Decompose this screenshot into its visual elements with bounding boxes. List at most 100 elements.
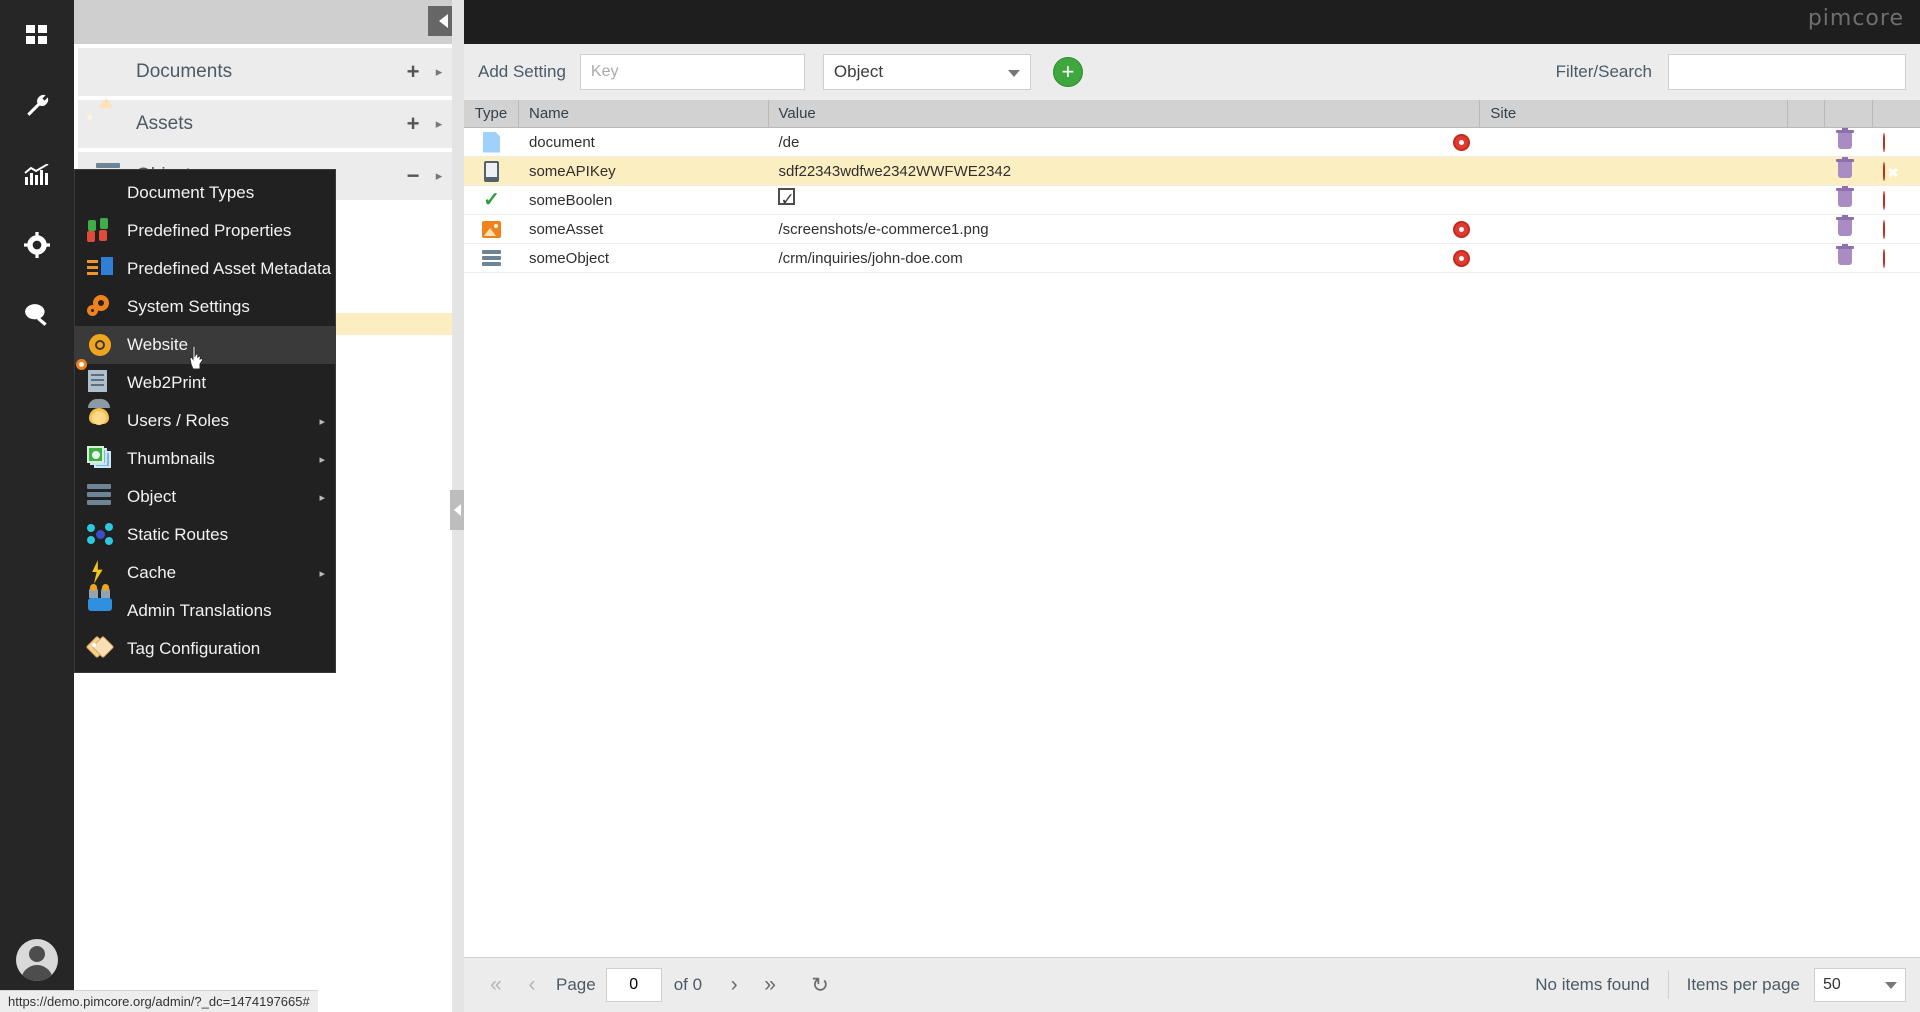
row-spacer [1788, 186, 1825, 215]
first-page-button[interactable]: « [478, 973, 514, 997]
predefined-asset-metadata-icon [87, 256, 115, 282]
row-delete-button[interactable] [1825, 244, 1872, 273]
status-bar: https://demo.pimcore.org/admin/?_dc=1474… [0, 990, 318, 1012]
tree-section-documents[interactable]: Documents + ▸ [78, 48, 460, 96]
add-setting-button[interactable]: + [1053, 57, 1083, 87]
tag-configuration-icon [87, 636, 115, 662]
static-routes-icon [87, 522, 115, 548]
table-row[interactable]: ✓ someBoolen [464, 186, 1920, 215]
column-header-remove [1873, 100, 1920, 128]
row-delete-button[interactable] [1825, 157, 1872, 186]
type-select[interactable]: Object [823, 54, 1031, 90]
menu-item-static-routes[interactable]: Static Routes [75, 516, 335, 554]
close-circle-icon[interactable] [1883, 133, 1885, 152]
menu-item-thumbnails[interactable]: Thumbnails ▸ [75, 440, 335, 478]
row-remove-button[interactable] [1873, 157, 1920, 186]
avatar[interactable] [0, 932, 74, 988]
documents-menu-arrow[interactable]: ▸ [426, 64, 452, 80]
column-header-name[interactable]: Name [519, 100, 769, 128]
assets-menu-arrow[interactable]: ▸ [426, 116, 452, 132]
row-name[interactable]: someAsset [519, 215, 769, 244]
table-row[interactable]: document /de [464, 128, 1920, 157]
row-remove-button[interactable] [1873, 128, 1920, 157]
row-value[interactable]: /screenshots/e-commerce1.png [768, 215, 1480, 244]
refresh-button[interactable]: ↻ [802, 973, 838, 998]
table-row[interactable]: someAPIKey sdf22343wdfwe2342WWFWE2342 [464, 157, 1920, 186]
row-delete-button[interactable] [1825, 128, 1872, 157]
previous-page-button[interactable]: ‹ [514, 973, 550, 997]
row-site[interactable] [1480, 244, 1787, 273]
left-panel-header [74, 0, 464, 44]
settings-icon[interactable] [0, 218, 74, 272]
open-target-icon[interactable] [1453, 134, 1470, 151]
menu-item-web2print[interactable]: Web2Print [75, 364, 335, 402]
tools-icon[interactable] [0, 78, 74, 132]
column-header-type[interactable]: Type [464, 100, 519, 128]
close-circle-icon[interactable] [1883, 191, 1885, 210]
row-site[interactable] [1480, 157, 1787, 186]
pimcore-logo: pimcore [1808, 6, 1904, 31]
row-site[interactable] [1480, 186, 1787, 215]
menu-item-tag-configuration[interactable]: Tag Configuration [75, 630, 335, 668]
menu-item-admin-translations[interactable]: Admin Translations [75, 592, 335, 630]
add-asset-button[interactable]: + [400, 113, 426, 135]
menu-item-predefined-properties[interactable]: Predefined Properties [75, 212, 335, 250]
row-delete-button[interactable] [1825, 215, 1872, 244]
objects-menu-arrow[interactable]: ▸ [426, 168, 452, 184]
menu-item-label: Cache [127, 563, 311, 583]
next-page-button[interactable]: › [716, 973, 752, 997]
open-target-icon[interactable] [1453, 221, 1470, 238]
menu-item-label: System Settings [127, 297, 311, 317]
menu-item-document-types[interactable]: Document Types [75, 174, 335, 212]
filter-search-input[interactable] [1668, 54, 1906, 90]
menu-item-cache[interactable]: Cache ▸ [75, 554, 335, 592]
items-per-page-select[interactable]: 50 [1814, 968, 1906, 1002]
add-document-button[interactable]: + [400, 61, 426, 83]
close-circle-icon[interactable] [1883, 162, 1885, 181]
key-input[interactable] [580, 54, 805, 90]
marketing-icon[interactable] [0, 148, 74, 202]
close-circle-icon[interactable] [1883, 249, 1885, 268]
table-row[interactable]: someAsset /screenshots/e-commerce1.png [464, 215, 1920, 244]
row-value[interactable]: /crm/inquiries/john-doe.com [768, 244, 1480, 273]
menu-item-label: Website [127, 335, 311, 355]
left-icon-rail [0, 0, 74, 1012]
panel-splitter-handle[interactable] [450, 490, 464, 530]
tree-section-assets[interactable]: Assets + ▸ [78, 100, 460, 148]
last-page-button[interactable]: » [752, 973, 788, 997]
row-remove-button[interactable] [1873, 186, 1920, 215]
row-delete-button[interactable] [1825, 186, 1872, 215]
menu-item-object[interactable]: Object ▸ [75, 478, 335, 516]
menu-item-users-roles[interactable]: Users / Roles ▸ [75, 402, 335, 440]
row-name[interactable]: someAPIKey [519, 157, 769, 186]
menu-item-label: Admin Translations [127, 601, 311, 621]
row-remove-button[interactable] [1873, 215, 1920, 244]
column-header-site[interactable]: Site [1480, 100, 1787, 128]
page-number-input[interactable] [606, 968, 662, 1002]
column-header-spacer [1788, 100, 1826, 128]
row-name[interactable]: someBoolen [519, 186, 769, 215]
row-remove-button[interactable] [1873, 244, 1920, 273]
dashboard-icon[interactable] [0, 8, 74, 62]
row-name[interactable]: someObject [519, 244, 769, 273]
menu-item-label: Users / Roles [127, 411, 311, 431]
column-header-value[interactable]: Value [769, 100, 1481, 128]
menu-item-predefined-asset-metadata[interactable]: Predefined Asset Metadata [75, 250, 335, 288]
row-value[interactable]: sdf22343wdfwe2342WWFWE2342 [768, 157, 1480, 186]
menu-item-website[interactable]: Website [75, 326, 335, 364]
row-name[interactable]: document [519, 128, 769, 157]
row-site[interactable] [1480, 128, 1787, 157]
menu-item-system-settings[interactable]: System Settings [75, 288, 335, 326]
open-target-icon[interactable] [1453, 250, 1470, 267]
table-row[interactable]: someObject /crm/inquiries/john-doe.com [464, 244, 1920, 273]
search-icon[interactable] [0, 288, 74, 342]
pagination-right-group: No items found Items per page 50 [1535, 968, 1906, 1002]
row-site[interactable] [1480, 215, 1787, 244]
checkbox-checked-icon[interactable] [778, 188, 795, 205]
row-value[interactable] [768, 186, 1480, 215]
items-per-page-value: 50 [1823, 976, 1841, 994]
close-circle-icon[interactable] [1883, 220, 1885, 239]
collapse-objects-button[interactable]: − [400, 165, 426, 187]
row-value[interactable]: /de [768, 128, 1480, 157]
tree-section-label: Assets [136, 113, 400, 135]
